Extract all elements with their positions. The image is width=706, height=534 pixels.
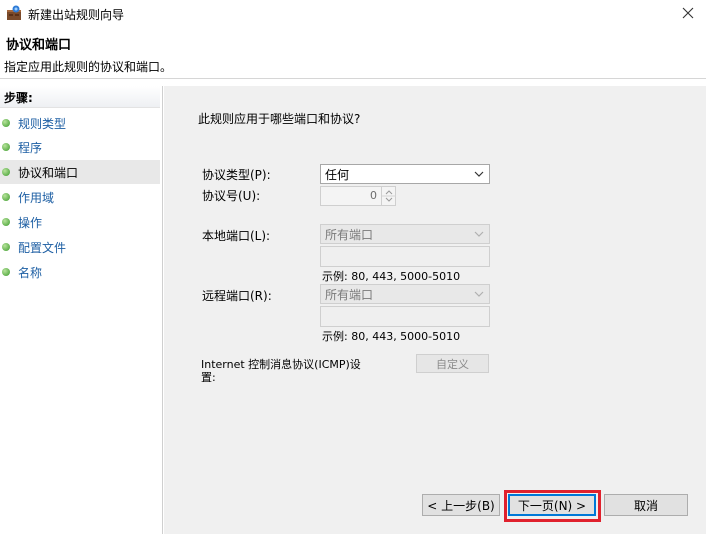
page-title: 协议和端口 bbox=[6, 38, 72, 53]
close-button[interactable] bbox=[670, 0, 706, 28]
protocol-number-value: 0 bbox=[370, 189, 377, 202]
protocol-type-value: 任何 bbox=[325, 167, 350, 182]
step-label: 配置文件 bbox=[18, 240, 67, 255]
remote-port-select[interactable]: 所有端口 bbox=[320, 284, 490, 304]
step-bullet-icon bbox=[2, 268, 10, 276]
step-rule-type[interactable]: 规则类型 bbox=[0, 111, 160, 135]
remote-port-example: 示例: 80, 443, 5000-5010 bbox=[322, 330, 461, 343]
steps-sidebar: 步骤: 规则类型 程序 协议和端口 作用域 操作 配置文件 名称 bbox=[0, 86, 162, 534]
protocol-number-label: 协议号(U): bbox=[202, 189, 261, 203]
local-port-input[interactable] bbox=[320, 246, 490, 267]
cancel-button[interactable]: 取消 bbox=[604, 494, 688, 516]
step-bullet-icon bbox=[2, 243, 10, 251]
step-action[interactable]: 操作 bbox=[0, 210, 160, 234]
page-subtitle: 指定应用此规则的协议和端口。 bbox=[4, 60, 173, 74]
step-bullet-icon bbox=[2, 119, 10, 127]
step-bullet-icon bbox=[2, 143, 10, 151]
customize-icmp-button[interactable]: 自定义 bbox=[416, 354, 489, 373]
main-panel: 此规则应用于哪些端口和协议? 协议类型(P): 任何 协议号(U): 0 本地端… bbox=[164, 86, 706, 534]
header-divider bbox=[0, 78, 706, 79]
icmp-label-line1: Internet 控制消息协议(ICMP)设 bbox=[201, 358, 361, 371]
step-label: 名称 bbox=[18, 265, 43, 280]
title-bar: 新建出站规则向导 bbox=[0, 0, 706, 28]
remote-port-input[interactable] bbox=[320, 306, 490, 327]
step-bullet-icon bbox=[2, 168, 10, 176]
firewall-icon bbox=[6, 5, 22, 21]
protocol-type-select[interactable]: 任何 bbox=[320, 164, 490, 184]
step-bullet-icon bbox=[2, 193, 10, 201]
window-title: 新建出站规则向导 bbox=[28, 8, 125, 22]
step-scope[interactable]: 作用域 bbox=[0, 185, 160, 209]
local-port-value: 所有端口 bbox=[325, 227, 374, 242]
local-port-example: 示例: 80, 443, 5000-5010 bbox=[322, 270, 461, 283]
icmp-label-line2: 置: bbox=[201, 371, 216, 384]
local-port-select[interactable]: 所有端口 bbox=[320, 224, 490, 244]
back-button[interactable]: < 上一步(B) bbox=[422, 494, 500, 516]
remote-port-value: 所有端口 bbox=[325, 287, 374, 302]
close-icon bbox=[682, 7, 694, 22]
remote-port-label: 远程端口(R): bbox=[202, 289, 272, 303]
question-text: 此规则应用于哪些端口和协议? bbox=[198, 112, 361, 126]
step-profile[interactable]: 配置文件 bbox=[0, 235, 160, 259]
step-name[interactable]: 名称 bbox=[0, 260, 160, 284]
sidebar-divider bbox=[162, 86, 163, 534]
spinner-arrows-icon[interactable] bbox=[381, 187, 396, 205]
steps-heading: 步骤: bbox=[0, 86, 160, 108]
protocol-type-label: 协议类型(P): bbox=[202, 168, 271, 182]
step-program[interactable]: 程序 bbox=[0, 135, 160, 159]
step-label: 规则类型 bbox=[18, 116, 67, 131]
chevron-down-icon bbox=[473, 228, 485, 240]
page-header: 协议和端口 指定应用此规则的协议和端口。 bbox=[0, 28, 706, 78]
chevron-down-icon bbox=[473, 168, 485, 180]
step-label: 协议和端口 bbox=[18, 165, 79, 180]
step-label: 作用域 bbox=[18, 190, 55, 205]
step-label: 程序 bbox=[18, 140, 43, 155]
local-port-label: 本地端口(L): bbox=[202, 229, 271, 243]
step-bullet-icon bbox=[2, 218, 10, 226]
chevron-down-icon bbox=[473, 288, 485, 300]
step-protocol-and-ports[interactable]: 协议和端口 bbox=[0, 160, 160, 184]
protocol-number-stepper[interactable]: 0 bbox=[320, 186, 396, 206]
next-button-highlight bbox=[504, 490, 601, 522]
step-label: 操作 bbox=[18, 215, 43, 230]
